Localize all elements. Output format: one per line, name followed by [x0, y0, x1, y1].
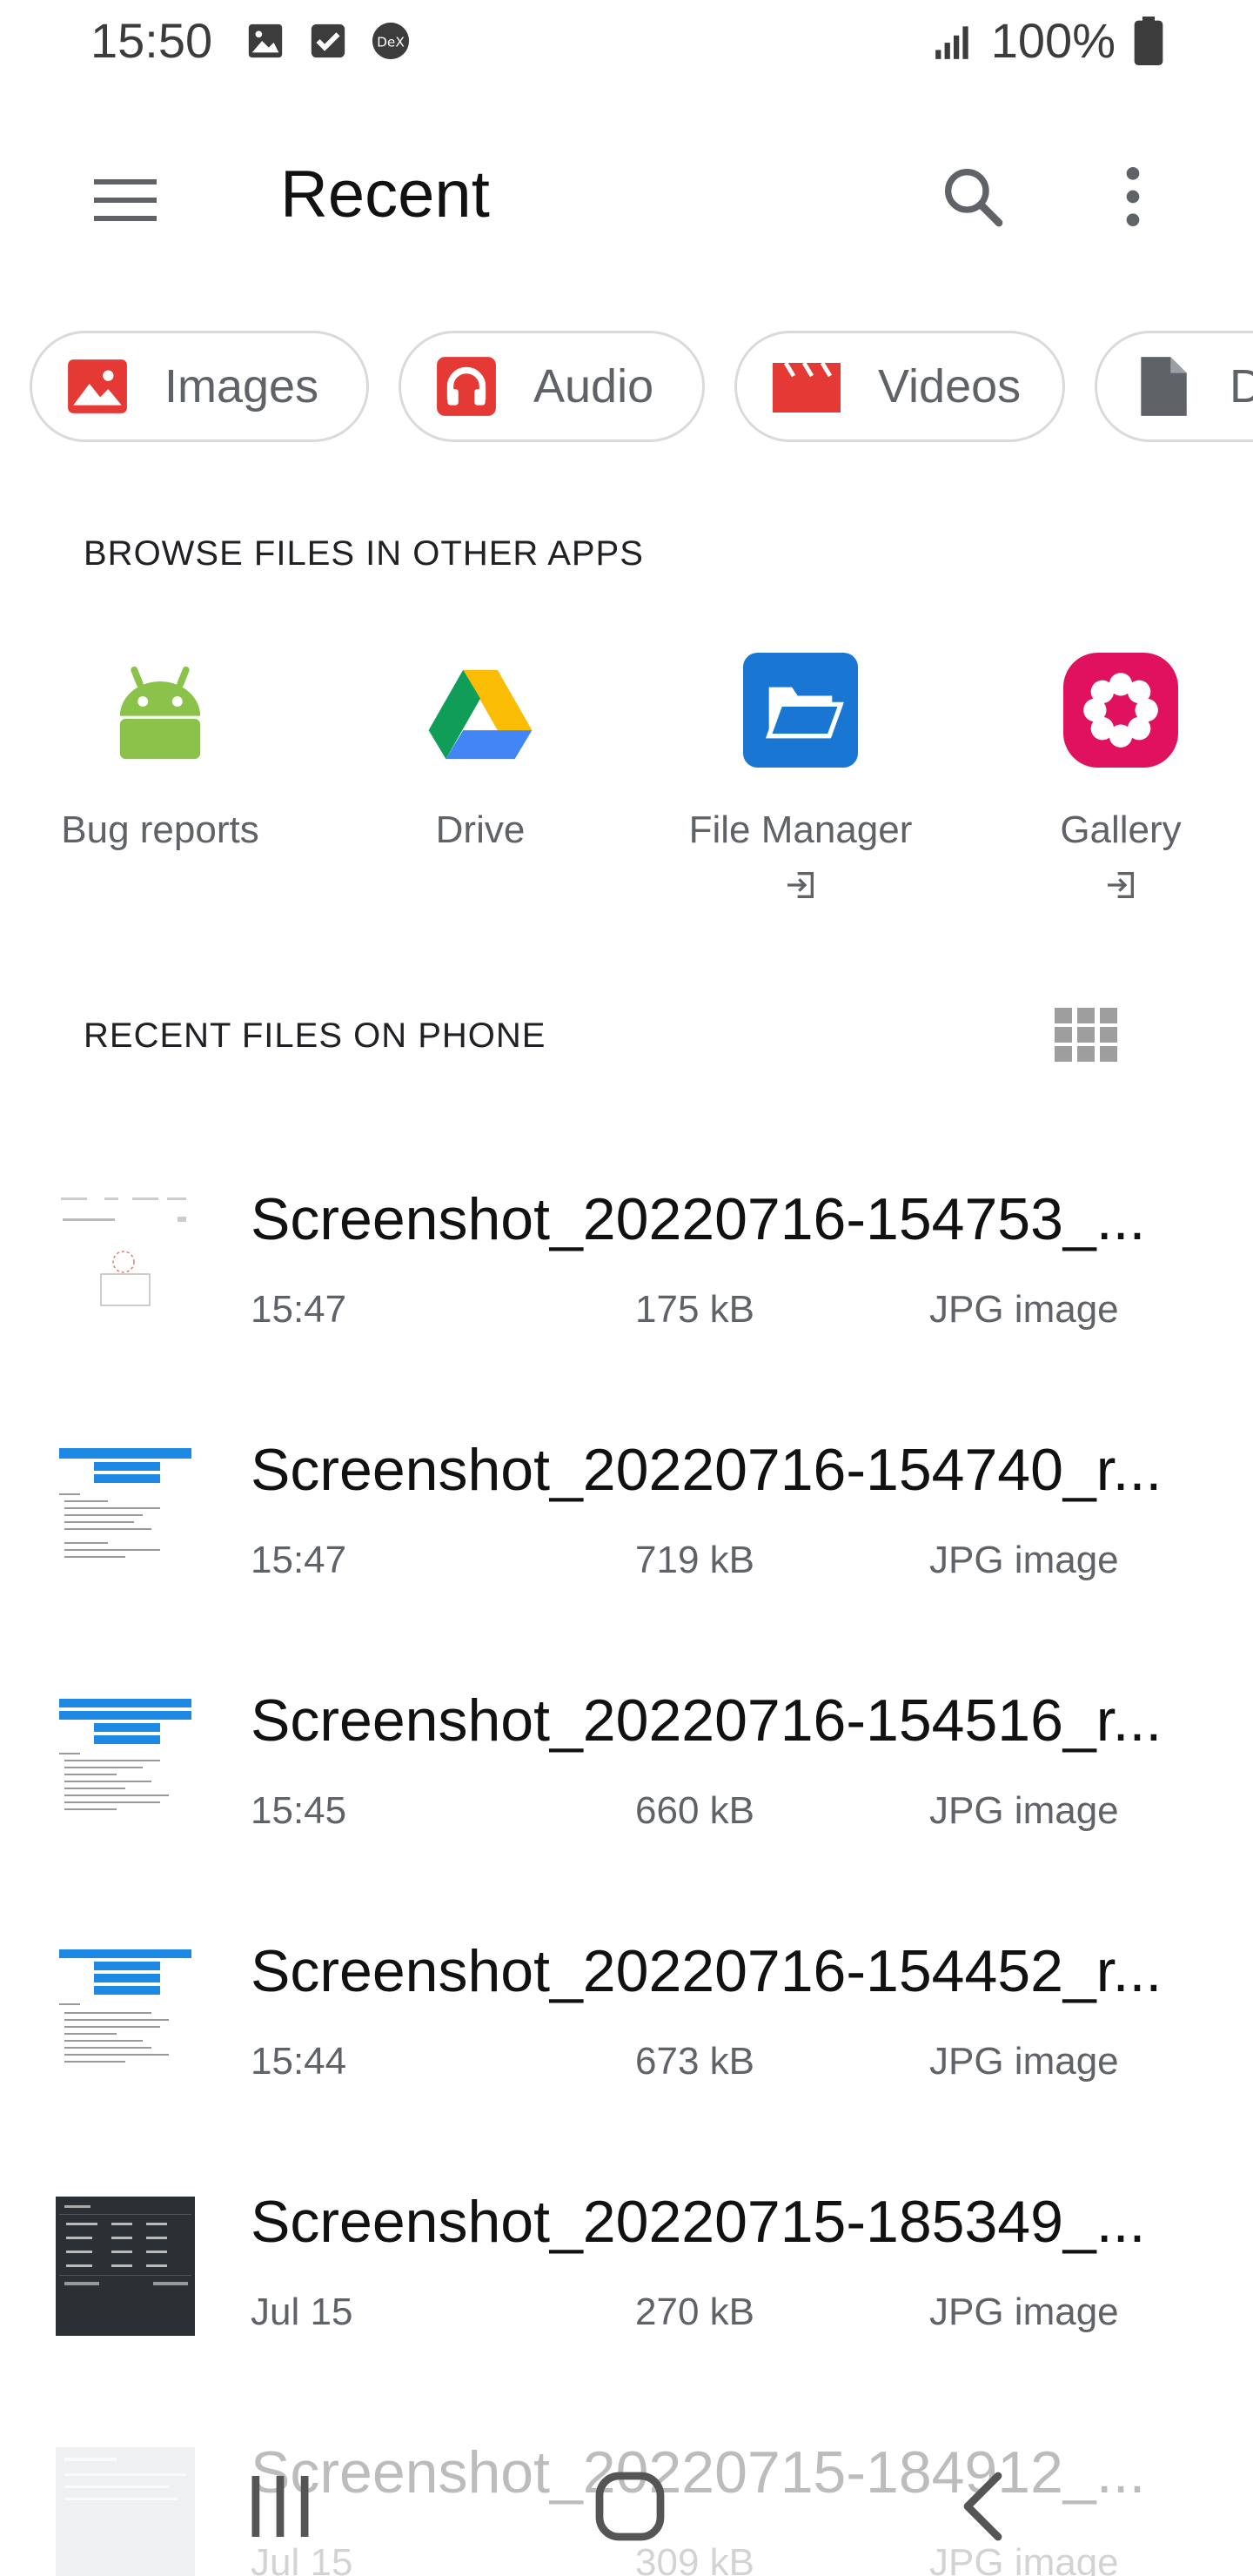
clapperboard-icon: [773, 361, 841, 413]
signal-icon: [935, 25, 968, 59]
gallery-notification-icon: [248, 23, 283, 58]
battery-icon: [1134, 16, 1163, 65]
filter-chips: Images Audio Videos D: [0, 331, 1253, 444]
file-time: 15:47: [251, 1288, 347, 1331]
file-thumbnail: [56, 2197, 195, 2336]
chip-label: Images: [164, 360, 319, 413]
android-icon: [119, 666, 201, 760]
file-size: 719 kB: [635, 1539, 754, 1581]
file-name: Screenshot_20220716-154753_...: [251, 1186, 1146, 1252]
file-type: JPG image: [929, 1789, 1119, 1832]
battery-percent: 100%: [990, 13, 1116, 68]
file-name: Screenshot_20220716-154452_r...: [251, 1938, 1163, 2004]
chip-label: Videos: [878, 360, 1022, 413]
file-thumbnail: [56, 1695, 195, 1835]
dex-label: DeX: [377, 35, 405, 50]
file-time: 15:44: [251, 2040, 347, 2083]
app-bug-reports[interactable]: Bug reports: [21, 653, 299, 852]
file-type: JPG image: [929, 2291, 1119, 2333]
file-size: 660 kB: [635, 1789, 754, 1832]
home-icon[interactable]: [586, 2463, 673, 2550]
file-thumbnail: [56, 1445, 195, 1584]
file-row[interactable]: Screenshot_20220716-154516_r... 15:45 66…: [0, 1687, 1253, 1944]
app-gallery[interactable]: Gallery: [982, 653, 1253, 907]
chip-audio[interactable]: Audio: [399, 331, 705, 442]
app-bar: Recent: [0, 131, 1253, 261]
chip-images[interactable]: Images: [30, 331, 369, 442]
system-nav-bar: [0, 2437, 1253, 2576]
drive-icon: [428, 669, 533, 760]
dex-icon: DeX: [372, 22, 410, 60]
status-right: 100%: [932, 12, 1166, 69]
file-manager-icon: [743, 653, 858, 768]
back-icon[interactable]: [941, 2463, 1029, 2550]
open-external-icon: [1108, 872, 1134, 898]
file-row[interactable]: Screenshot_20220715-185349_... Jul 15 27…: [0, 2189, 1253, 2445]
chip-label: Audio: [533, 360, 654, 413]
file-type: JPG image: [929, 1288, 1119, 1331]
file-name: Screenshot_20220716-154740_r...: [251, 1437, 1163, 1503]
app-name: File Manager: [688, 808, 913, 851]
status-notification-icons: DeX: [245, 21, 411, 61]
file-size: 175 kB: [635, 1288, 754, 1331]
file-size: 270 kB: [635, 2291, 754, 2333]
file-time: 15:45: [251, 1789, 347, 1832]
app-file-manager[interactable]: File Manager: [661, 653, 940, 907]
headphones-icon: [437, 357, 496, 416]
file-time: Jul 15: [251, 2291, 353, 2333]
image-icon: [68, 359, 127, 413]
chip-label: D: [1230, 360, 1253, 413]
file-thumbnail: [56, 1194, 195, 1333]
more-options-icon[interactable]: [1107, 162, 1159, 231]
file-size: 673 kB: [635, 2040, 754, 2083]
app-name: Drive: [435, 808, 526, 851]
app-name: Bug reports: [61, 808, 259, 851]
file-name: Screenshot_20220715-185349_...: [251, 2189, 1146, 2255]
app-name: Gallery: [1060, 808, 1182, 851]
browse-section-title: BROWSE FILES IN OTHER APPS: [84, 534, 644, 573]
document-icon: [1141, 357, 1187, 416]
file-row[interactable]: Screenshot_20220716-154740_r... 15:47 71…: [0, 1437, 1253, 1694]
chip-videos[interactable]: Videos: [734, 331, 1065, 442]
file-name: Screenshot_20220716-154516_r...: [251, 1687, 1163, 1754]
app-drive[interactable]: Drive: [341, 653, 620, 852]
checkbox-notification-icon: [311, 23, 345, 58]
page-title: Recent: [280, 158, 490, 231]
recent-apps-icon[interactable]: [237, 2463, 324, 2550]
status-time: 15:50: [90, 13, 213, 68]
file-type: JPG image: [929, 1539, 1119, 1581]
chip-documents[interactable]: D: [1095, 331, 1253, 442]
search-icon[interactable]: [938, 162, 1008, 231]
status-bar: 15:50 DeX 100%: [0, 0, 1253, 84]
file-time: 15:47: [251, 1539, 347, 1581]
file-thumbnail: [56, 1946, 195, 2085]
file-row[interactable]: Screenshot_20220716-154452_r... 15:44 67…: [0, 1938, 1253, 2195]
file-row[interactable]: Screenshot_20220716-154753_... 15:47 175…: [0, 1186, 1253, 1443]
recent-section-title: RECENT FILES ON PHONE: [84, 1016, 546, 1055]
grid-view-icon[interactable]: [1055, 1008, 1117, 1062]
file-type: JPG image: [929, 2040, 1119, 2083]
open-external-icon: [787, 872, 814, 898]
gallery-icon: [1063, 653, 1178, 768]
hamburger-menu-icon[interactable]: [90, 174, 160, 226]
